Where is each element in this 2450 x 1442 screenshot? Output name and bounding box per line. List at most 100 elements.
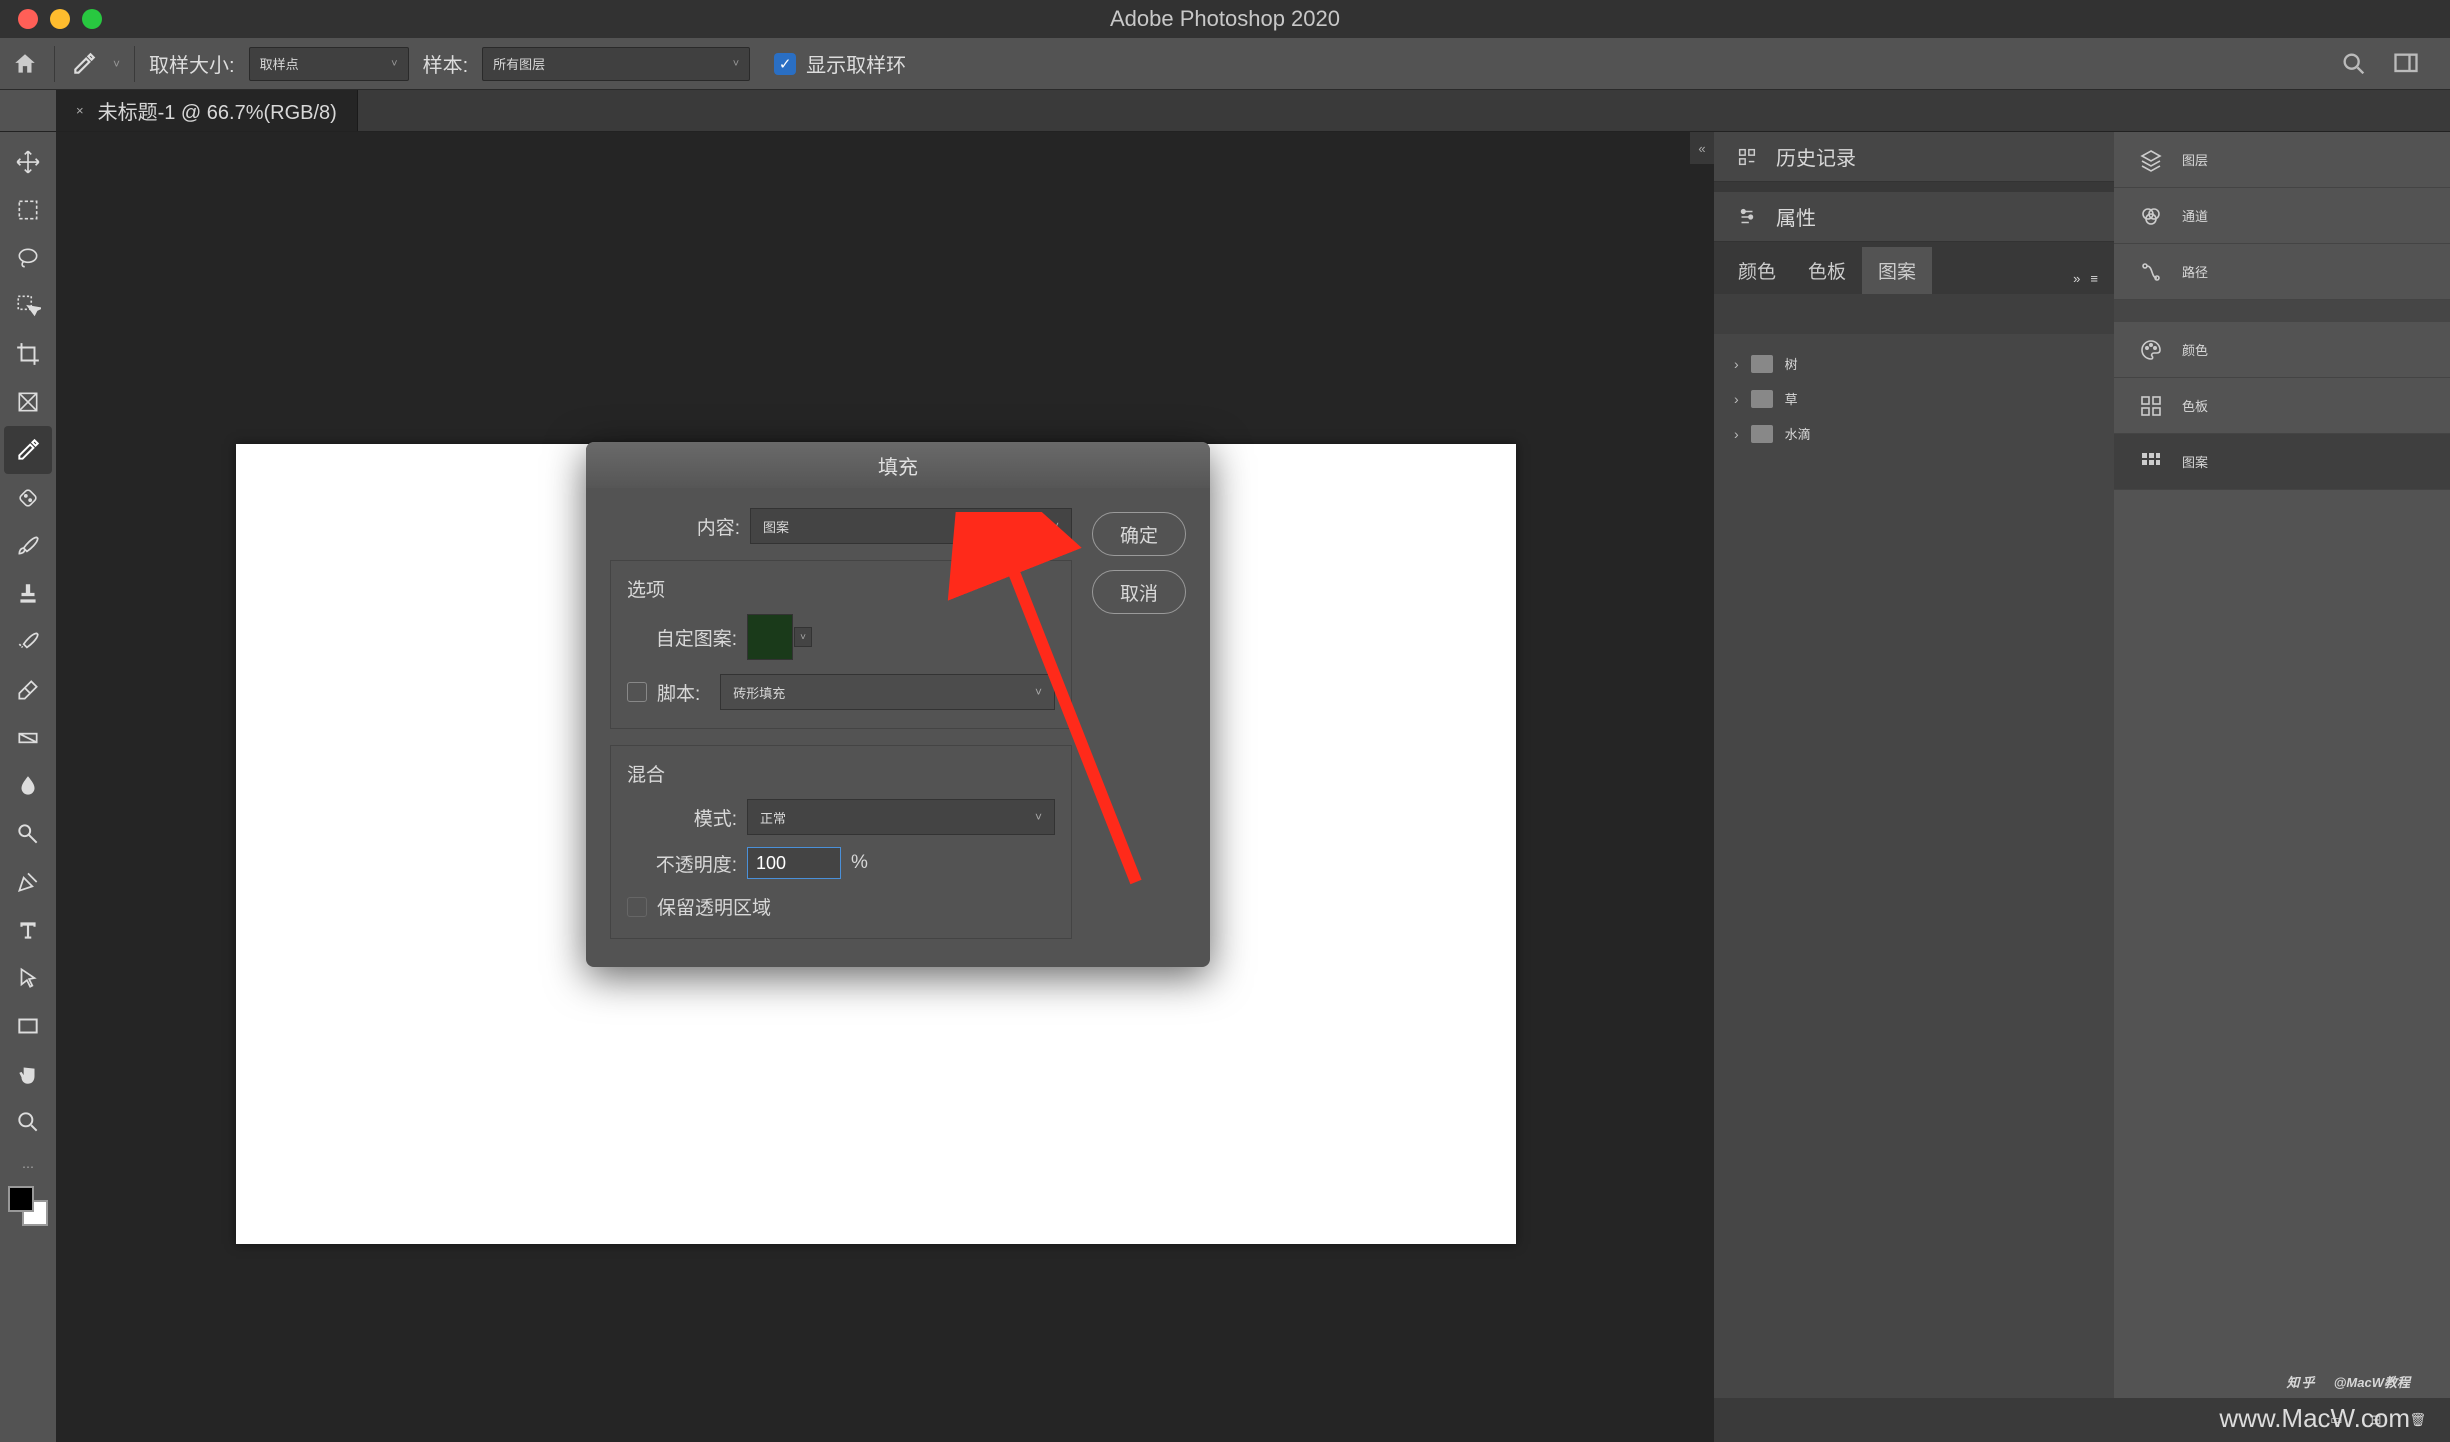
history-brush-tool[interactable] bbox=[4, 618, 52, 666]
show-sampling-ring-checkbox[interactable]: ✓ bbox=[774, 53, 796, 75]
panel-label: 颜色 bbox=[2182, 340, 2208, 359]
object-select-tool[interactable] bbox=[4, 282, 52, 330]
patterns-panel-btn[interactable]: 图案 bbox=[2114, 434, 2450, 490]
search-icon[interactable] bbox=[2340, 50, 2368, 78]
dodge-tool[interactable] bbox=[4, 810, 52, 858]
zoom-tool[interactable] bbox=[4, 1098, 52, 1146]
watermark: 知乎 @MacW教程 bbox=[2287, 1331, 2411, 1402]
tab-patterns[interactable]: 图案 bbox=[1862, 247, 1932, 294]
sample-size-select[interactable]: 取样点 ˅ bbox=[249, 47, 409, 81]
tree-item[interactable]: ›草 bbox=[1714, 381, 2114, 416]
palette-icon bbox=[2138, 337, 2164, 363]
app-title: Adobe Photoshop 2020 bbox=[1110, 6, 1340, 32]
mode-label: 模式: bbox=[627, 804, 737, 831]
crop-tool[interactable] bbox=[4, 330, 52, 378]
content-select[interactable]: 图案 ˅ bbox=[750, 508, 1072, 544]
script-value: 砖形填充 bbox=[733, 683, 785, 702]
layers-panel-btn[interactable]: 图层 bbox=[2114, 132, 2450, 188]
toolbox: ⋯ bbox=[0, 132, 56, 1442]
tool-chevron-icon[interactable]: ˅ bbox=[113, 57, 120, 71]
opacity-label: 不透明度: bbox=[627, 850, 737, 877]
home-icon[interactable] bbox=[10, 49, 40, 79]
mode-value: 正常 bbox=[760, 808, 786, 827]
opacity-input[interactable] bbox=[747, 847, 841, 879]
tree-item[interactable]: ›水滴 bbox=[1714, 416, 2114, 451]
layers-icon bbox=[2138, 147, 2164, 173]
window-minimize[interactable] bbox=[50, 9, 70, 29]
trash-icon[interactable]: 🗑 bbox=[2409, 1412, 2426, 1428]
window-close[interactable] bbox=[18, 9, 38, 29]
preserve-transparency-checkbox bbox=[627, 897, 647, 917]
content-label: 内容: bbox=[610, 513, 740, 540]
eyedropper-tool-icon[interactable] bbox=[69, 49, 99, 79]
brush-tool[interactable] bbox=[4, 522, 52, 570]
path-select-tool[interactable] bbox=[4, 954, 52, 1002]
folder-icon bbox=[1751, 390, 1773, 408]
blur-tool[interactable] bbox=[4, 762, 52, 810]
script-label: 脚本: bbox=[657, 679, 700, 706]
pen-tool[interactable] bbox=[4, 858, 52, 906]
panel-label: 图层 bbox=[2182, 150, 2208, 169]
collapse-panels-icon[interactable]: « bbox=[1690, 132, 1714, 164]
window-zoom[interactable] bbox=[82, 9, 102, 29]
pattern-tree: ›树 ›草 ›水滴 ▭ ⊞ 🗑 bbox=[1714, 334, 2114, 1442]
script-checkbox[interactable] bbox=[627, 682, 647, 702]
tree-label: 草 bbox=[1785, 389, 1798, 408]
paths-panel-btn[interactable]: 路径 bbox=[2114, 244, 2450, 300]
channels-panel-btn[interactable]: 通道 bbox=[2114, 188, 2450, 244]
patterns-icon bbox=[2138, 449, 2164, 475]
history-panel-title: 历史记录 bbox=[1776, 142, 1856, 171]
document-tab[interactable]: × 未标题-1 @ 66.7%(RGB/8) bbox=[56, 90, 358, 131]
pattern-search[interactable] bbox=[1714, 294, 2114, 334]
panel-label: 路径 bbox=[2182, 262, 2208, 281]
tree-item[interactable]: ›树 bbox=[1714, 346, 2114, 381]
tab-color[interactable]: 颜色 bbox=[1722, 247, 1792, 294]
workspace-icon[interactable] bbox=[2392, 50, 2420, 78]
properties-panel-header[interactable]: 属性 bbox=[1714, 192, 2114, 242]
rectangle-tool[interactable] bbox=[4, 1002, 52, 1050]
eyedropper-tool[interactable] bbox=[4, 426, 52, 474]
swatches-panel-btn[interactable]: 色板 bbox=[2114, 378, 2450, 434]
tab-swatches[interactable]: 色板 bbox=[1792, 247, 1862, 294]
panel-label: 通道 bbox=[2182, 206, 2208, 225]
color-panel-btn[interactable]: 颜色 bbox=[2114, 322, 2450, 378]
paths-icon bbox=[2138, 259, 2164, 285]
panel-menu-icon[interactable]: ≡ bbox=[2090, 271, 2098, 286]
move-tool[interactable] bbox=[4, 138, 52, 186]
dialog-title: 填充 bbox=[586, 442, 1210, 488]
toolbox-more-icon[interactable]: ⋯ bbox=[22, 1160, 34, 1174]
pattern-thumbnail[interactable]: ˅ bbox=[747, 614, 793, 660]
healing-tool[interactable] bbox=[4, 474, 52, 522]
history-panel-header[interactable]: 历史记录 bbox=[1714, 132, 2114, 182]
properties-icon bbox=[1734, 204, 1760, 230]
mode-select[interactable]: 正常 ˅ bbox=[747, 799, 1055, 835]
document-tab-title: 未标题-1 @ 66.7%(RGB/8) bbox=[98, 96, 337, 125]
show-sampling-ring-label: 显示取样环 bbox=[806, 49, 906, 78]
marquee-tool[interactable] bbox=[4, 186, 52, 234]
folder-icon bbox=[1751, 425, 1773, 443]
sample-size-value: 取样点 bbox=[260, 54, 299, 73]
panel-label: 图案 bbox=[2182, 452, 2208, 471]
lasso-tool[interactable] bbox=[4, 234, 52, 282]
swatches-icon bbox=[2138, 393, 2164, 419]
preserve-transparency-label: 保留透明区域 bbox=[657, 893, 771, 920]
pattern-dropdown-icon[interactable]: ˅ bbox=[794, 627, 812, 647]
stamp-tool[interactable] bbox=[4, 570, 52, 618]
eraser-tool[interactable] bbox=[4, 666, 52, 714]
close-tab-icon[interactable]: × bbox=[76, 103, 84, 118]
cancel-button[interactable]: 取消 bbox=[1092, 570, 1186, 614]
sample-size-label: 取样大小: bbox=[149, 49, 235, 78]
options-title: 选项 bbox=[627, 575, 1055, 602]
blend-title: 混合 bbox=[627, 760, 1055, 787]
color-swatch[interactable] bbox=[8, 1186, 48, 1226]
sample-label: 样本: bbox=[423, 49, 469, 78]
canvas-area[interactable]: 填充 内容: 图案 ˅ 选项 自定图案: bbox=[56, 132, 1714, 1442]
channels-icon bbox=[2138, 203, 2164, 229]
gradient-tool[interactable] bbox=[4, 714, 52, 762]
hand-tool[interactable] bbox=[4, 1050, 52, 1098]
type-tool[interactable] bbox=[4, 906, 52, 954]
frame-tool[interactable] bbox=[4, 378, 52, 426]
expand-icon[interactable]: » bbox=[2073, 271, 2080, 286]
sample-select[interactable]: 所有图层 ˅ bbox=[482, 47, 750, 81]
ok-button[interactable]: 确定 bbox=[1092, 512, 1186, 556]
